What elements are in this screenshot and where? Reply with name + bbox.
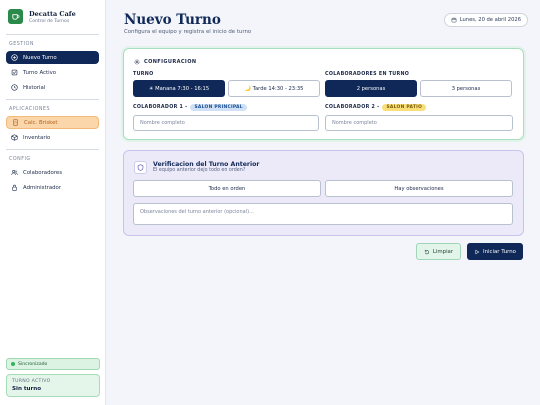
colab2-label: COLABORADOR 2 - SALON PATIO — [325, 104, 427, 111]
sidebar-item-label: Turno Activo — [23, 69, 57, 76]
config-heading: CONFIGURACION — [124, 49, 523, 65]
calculator-icon — [13, 119, 18, 126]
colab1-label-text: COLABORADOR 1 - — [133, 105, 188, 110]
verify-card: Verificacion del Turno Anterior El equip… — [123, 150, 524, 236]
colab-3-button[interactable]: 3 personas — [420, 80, 512, 97]
users-icon — [11, 170, 18, 176]
active-shift-value: Sin turno — [12, 386, 42, 392]
verify-subtitle: El equipo anterior dejo todo en orden? — [153, 168, 246, 173]
lock-icon — [12, 184, 17, 191]
date-badge: Lunes, 20 de abril 2026 — [443, 13, 528, 27]
sync-status-badge: Sincronizado — [6, 358, 100, 370]
shield-icon — [134, 161, 147, 174]
play-icon — [475, 249, 480, 254]
sidebar-item-historial[interactable]: Historial — [6, 81, 99, 94]
main-content: Nuevo Turno Configura el equipo y regist… — [106, 0, 540, 405]
sync-status-text: Sincronizado — [18, 361, 48, 367]
colab2-label-text: COLABORADOR 2 - — [325, 105, 380, 110]
turno-label: TURNO — [133, 72, 154, 77]
clear-button[interactable]: Limpiar — [416, 243, 461, 260]
observations-textarea[interactable]: Observaciones del turno anterior (opcion… — [133, 203, 513, 225]
sidebar: Decatta Cafe Control de Turnos GESTION N… — [0, 0, 106, 405]
config-heading-text: CONFIGURACION — [144, 59, 197, 65]
hay-observaciones-button[interactable]: Hay observaciones — [325, 180, 513, 197]
page-title: Nuevo Turno — [124, 12, 221, 28]
section-label-gestion: GESTION — [9, 42, 35, 47]
sidebar-item-label: Inventario — [23, 134, 51, 141]
colab1-label: COLABORADOR 1 - SALON PRINCIPAL — [133, 104, 247, 111]
sidebar-item-label: Nuevo Turno — [23, 54, 57, 61]
box-icon — [11, 134, 18, 141]
colab1-name-input[interactable]: Nombre completo — [133, 115, 319, 131]
sidebar-item-inventario[interactable]: Inventario — [6, 131, 99, 144]
plus-circle-icon — [11, 54, 18, 61]
start-shift-button[interactable]: Iniciar Turno — [467, 243, 523, 260]
app-root: Decatta Cafe Control de Turnos GESTION N… — [0, 0, 540, 405]
gear-icon — [134, 59, 140, 65]
sidebar-item-turno-activo[interactable]: Turno Activo — [6, 66, 99, 79]
sidebar-item-calc-brisket[interactable]: Calc. Brisket — [6, 116, 99, 129]
colab-count-label: COLABORADORES EN TURNO — [325, 72, 410, 77]
salon-patio-tag: SALON PATIO — [382, 104, 427, 111]
colab-2-button[interactable]: 2 personas — [325, 80, 417, 97]
verify-title: Verificacion del Turno Anterior — [153, 161, 260, 168]
check-square-icon — [11, 69, 18, 76]
clear-button-label: Limpiar — [432, 248, 454, 255]
date-text: Lunes, 20 de abril 2026 — [459, 17, 521, 23]
sidebar-item-label: Administrador — [23, 184, 62, 191]
start-shift-button-label: Iniciar Turno — [483, 248, 516, 255]
section-label-aplicaciones: APLICACIONES — [9, 107, 51, 112]
brand-name: Decatta Cafe — [29, 9, 76, 18]
reset-icon — [424, 249, 429, 254]
sidebar-item-colaboradores[interactable]: Colaboradores — [6, 166, 99, 179]
turno-manana-button[interactable]: ☀ Manana 7:30 - 16:15 — [133, 80, 225, 97]
colab2-name-input[interactable]: Nombre completo — [325, 115, 513, 131]
todo-en-orden-button[interactable]: Todo en orden — [133, 180, 321, 197]
active-shift-label: TURNO ACTIVO — [12, 379, 51, 384]
salon-principal-tag: SALON PRINCIPAL — [190, 104, 247, 111]
clock-icon — [11, 84, 18, 91]
config-card: CONFIGURACION TURNO ☀ Manana 7:30 - 16:1… — [123, 48, 524, 140]
cafe-logo-icon — [8, 9, 23, 24]
brand: Decatta Cafe Control de Turnos — [0, 0, 105, 30]
turno-tarde-button[interactable]: 🌙 Tarde 14:30 - 23:35 — [228, 80, 320, 97]
brand-subtitle: Control de Turnos — [29, 18, 70, 24]
active-shift-box: TURNO ACTIVO Sin turno — [6, 374, 100, 397]
sidebar-item-label: Calc. Brisket — [24, 119, 58, 126]
sidebar-item-label: Historial — [23, 84, 46, 91]
sidebar-item-nuevo-turno[interactable]: Nuevo Turno — [6, 51, 99, 64]
status-dot-icon — [11, 362, 15, 366]
page-subtitle: Configura el equipo y registra el inicio… — [124, 29, 252, 35]
calendar-icon — [451, 17, 457, 23]
section-label-config: CONFIG — [9, 157, 31, 162]
sidebar-item-label: Colaboradores — [23, 169, 63, 176]
sidebar-item-administrador[interactable]: Administrador — [6, 181, 99, 194]
